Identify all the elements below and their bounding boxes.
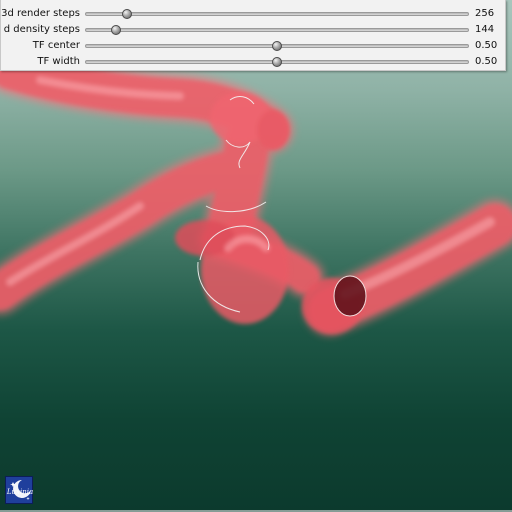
slider-label: TF center xyxy=(32,40,80,51)
slider-label: d density steps xyxy=(3,24,80,35)
slider-value: 256 xyxy=(475,8,495,19)
render-viewport[interactable]: 3d render steps 256 d density steps 144 … xyxy=(0,0,512,512)
slider-row-tf-width: TF width 0.50 xyxy=(1,54,505,70)
slider-thumb[interactable] xyxy=(272,41,282,51)
slider-thumb[interactable] xyxy=(110,25,121,35)
controls-panel: 3d render steps 256 d density steps 144 … xyxy=(0,0,506,71)
vessel-cut-ring xyxy=(333,275,367,317)
slider-row-density-steps: d density steps 144 xyxy=(1,22,505,38)
slider-label: TF width xyxy=(37,56,80,67)
slider-thumb[interactable] xyxy=(122,9,133,19)
slider-value: 0.50 xyxy=(475,56,498,67)
logo-text: Luxinia xyxy=(6,488,34,496)
slider-value: 0.50 xyxy=(475,40,498,51)
density-steps-slider[interactable] xyxy=(85,28,469,32)
slider-value: 144 xyxy=(475,24,495,35)
render-steps-slider[interactable] xyxy=(85,12,469,16)
luxinia-logo: Luxinia xyxy=(5,476,33,504)
slider-label: 3d render steps xyxy=(1,8,80,19)
slider-row-render-steps: 3d render steps 256 xyxy=(1,6,505,22)
slider-thumb[interactable] xyxy=(272,57,282,67)
vessel-render xyxy=(0,46,512,512)
slider-row-tf-center: TF center 0.50 xyxy=(1,38,505,54)
